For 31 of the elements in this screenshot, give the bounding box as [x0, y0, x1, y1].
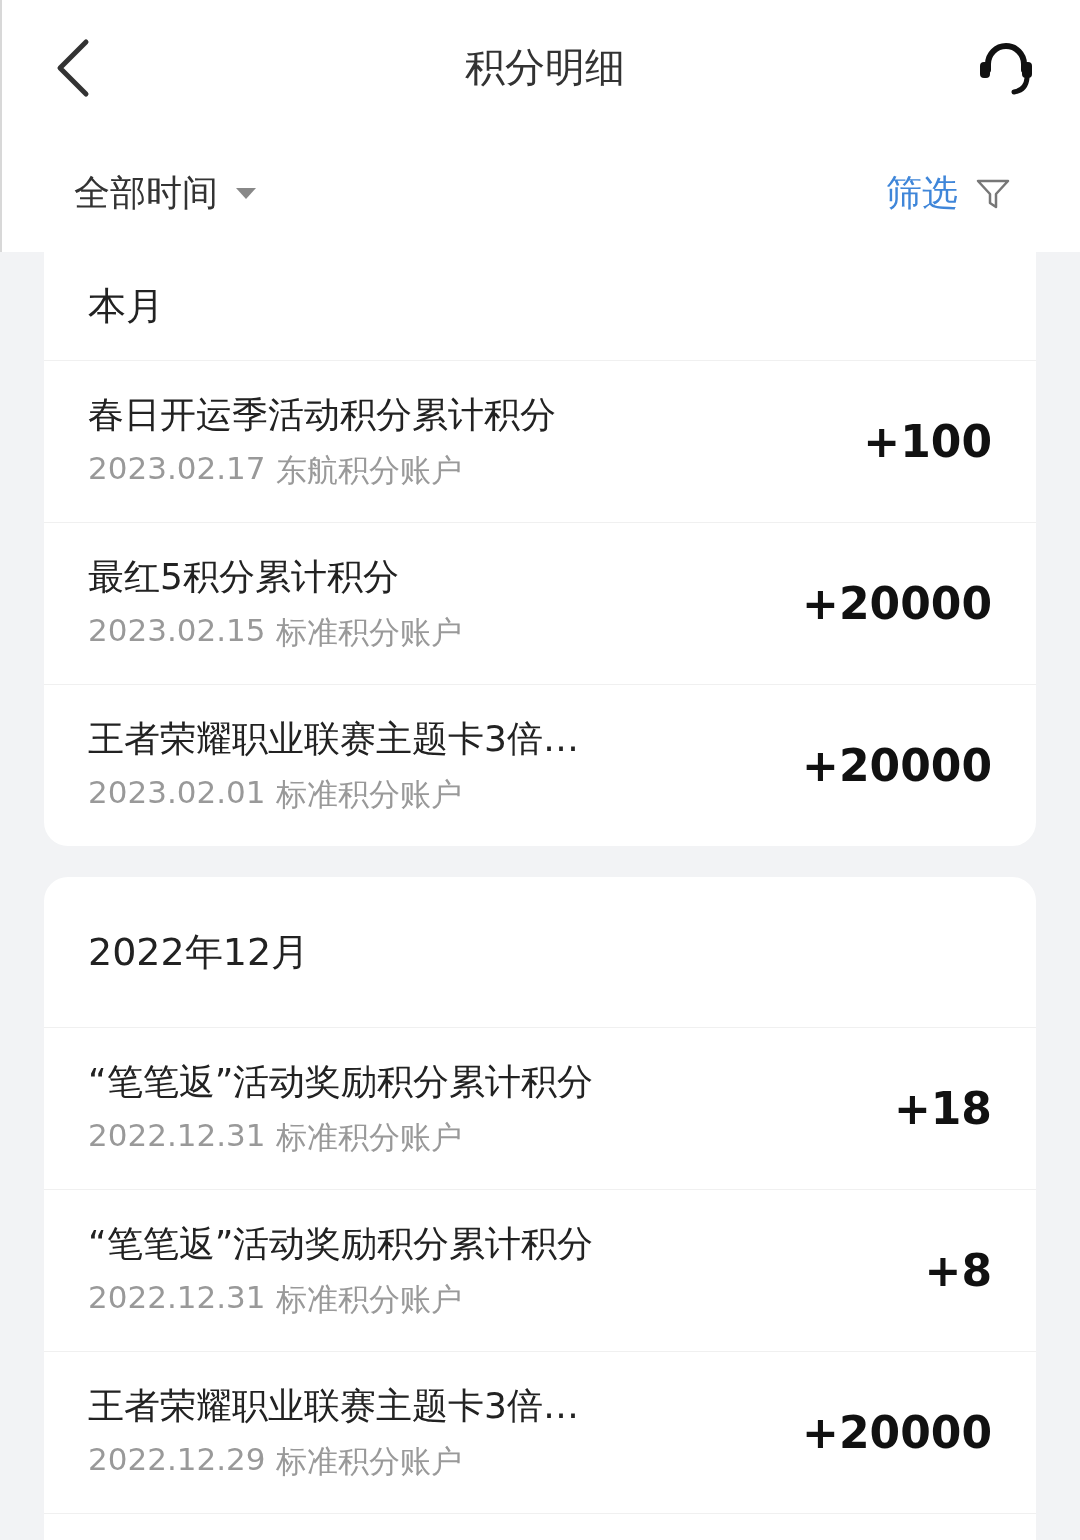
record-date: 2023.02.17 [88, 450, 266, 488]
filter-icon [976, 177, 1010, 210]
points-amount: +100 [863, 416, 992, 467]
account-name: 标准积分账户 [275, 1280, 462, 1319]
time-range-dropdown[interactable]: 全部时间 [74, 169, 256, 218]
record-title: 春日开运季活动积分累计积分 [88, 393, 556, 437]
points-amount: +20000 [802, 578, 992, 629]
points-amount: +8 [924, 1245, 992, 1296]
account-name: 东航积分账户 [275, 451, 462, 490]
points-amount: +20000 [802, 1407, 992, 1458]
points-amount: +20000 [802, 740, 992, 791]
caret-icon [236, 187, 256, 200]
account-name: 标准积分账户 [275, 1118, 462, 1157]
month-heading: 本月 [88, 282, 164, 330]
record-title: 最红5积分累计积分 [88, 555, 400, 599]
record-date: 2022.12.31 [88, 1117, 266, 1155]
month-heading: 2022年12月 [88, 928, 310, 976]
account-name: 标准积分账户 [275, 1442, 462, 1481]
record-date: 2023.02.01 [88, 774, 266, 812]
filter-button[interactable]: 筛选 [886, 169, 1010, 218]
record-title: “笔笔返”活动奖励积分累计积分 [88, 1222, 594, 1266]
record-date: 2023.02.15 [88, 612, 266, 650]
record-title: 王者荣耀职业联赛主题卡3倍… [88, 1384, 579, 1428]
record-title: “笔笔返”活动奖励积分累计积分 [88, 1060, 594, 1104]
record-date: 2022.12.31 [88, 1279, 266, 1317]
record-date: 2022.12.29 [88, 1441, 266, 1479]
points-amount: +18 [893, 1083, 992, 1134]
account-name: 标准积分账户 [275, 775, 462, 814]
page-title: 积分明细 [465, 43, 625, 92]
record-title: 王者荣耀职业联赛主题卡3倍… [88, 717, 579, 761]
account-name: 标准积分账户 [275, 613, 462, 652]
